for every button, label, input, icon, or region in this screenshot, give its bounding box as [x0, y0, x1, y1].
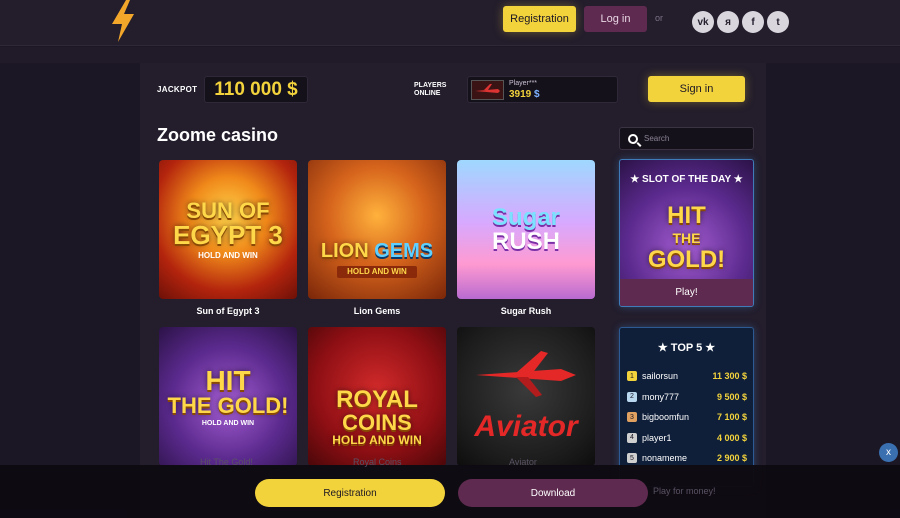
- game-label[interactable]: Sun of Egypt 3: [159, 306, 297, 316]
- download-button[interactable]: Download: [458, 479, 648, 507]
- yandex-icon[interactable]: я: [717, 11, 739, 33]
- game-label[interactable]: Sugar Rush: [457, 306, 595, 316]
- leaderboard-amount: 7 100 $: [716, 412, 747, 422]
- facebook-icon[interactable]: f: [742, 11, 764, 33]
- search-input[interactable]: [644, 134, 744, 143]
- leaderboard-player-name: bigboomfun: [642, 412, 690, 422]
- player-game-thumbnail: [471, 80, 504, 100]
- player-currency: $: [534, 89, 540, 100]
- game-label[interactable]: Lion Gems: [308, 306, 446, 316]
- section-title: Zoome casino: [157, 125, 279, 145]
- faded-game-label: Hit The Gold!: [200, 457, 253, 467]
- game-tile-lion-gems[interactable]: LION GEMS HOLD AND WIN: [308, 160, 446, 299]
- leaderboard-amount: 11 300 $: [712, 371, 747, 381]
- art-line1: ROYAL: [336, 385, 418, 413]
- game-tile-art: ROYAL COINS HOLD AND WIN: [332, 385, 422, 447]
- leaderboard-player-name: sailorsun: [642, 371, 679, 381]
- game-tile-art: Aviator: [474, 409, 578, 443]
- art-line2: THE GOLD!: [167, 392, 289, 418]
- art-line2: RUSH: [491, 227, 560, 255]
- leaderboard-player-name: mony777: [642, 391, 680, 402]
- art-sub: HOLD AND WIN: [198, 250, 258, 260]
- vk-icon[interactable]: vk: [692, 11, 714, 33]
- rank-badge-icon: 3: [627, 412, 637, 422]
- or-text: or: [655, 13, 664, 23]
- art-line3: GOLD!: [647, 246, 726, 273]
- registration-button[interactable]: Registration: [503, 6, 576, 32]
- slot-of-the-day-art: HIT THE GOLD!: [620, 202, 753, 274]
- rank-badge-icon: 2: [627, 391, 637, 402]
- art-line1: SUN OF: [186, 197, 270, 223]
- search-box[interactable]: [619, 127, 754, 150]
- art-line2: EGYPT 3: [173, 219, 283, 250]
- leaderboard-row: 1 sailorsun 11 300 $: [627, 369, 747, 383]
- player-count: 3919 $: [509, 89, 540, 100]
- game-tile-art: LION GEMS HOLD AND WIN: [321, 241, 433, 278]
- slot-of-the-day-title: ★ SLOT OF THE DAY ★: [630, 174, 743, 185]
- top-header: Registration Log in or vk я f t: [0, 0, 900, 46]
- rank-badge-icon: 1: [627, 371, 637, 381]
- players-online-box: Player*** 3919 $: [467, 76, 618, 103]
- art-line2: THE: [672, 230, 701, 246]
- game-tile-hit-the-gold[interactable]: HIT THE GOLD! HOLD AND WIN: [159, 327, 297, 466]
- leaderboard-row: 5 nonameme 2 900 $: [627, 451, 747, 465]
- players-label-line1: PLAYERS: [414, 82, 447, 89]
- art-sub: HOLD AND WIN: [201, 419, 255, 427]
- art-line1: LION: [320, 240, 369, 262]
- header-divider-band: [0, 47, 900, 63]
- art-sub: HOLD AND WIN: [332, 432, 422, 447]
- art-line1: Sugar: [491, 203, 560, 231]
- players-online-label: PLAYERS ONLINE: [414, 82, 446, 98]
- jackpot-amount: 110 000 $: [204, 76, 308, 103]
- rank-badge-icon: 4: [627, 432, 637, 443]
- login-button[interactable]: Log in: [584, 6, 647, 32]
- rank-badge-icon: 5: [627, 453, 637, 463]
- leaderboard-row: 2 mony777 9 500 $: [627, 390, 747, 404]
- plane-icon: [475, 84, 500, 93]
- top5-title: ★ TOP 5 ★: [657, 342, 716, 354]
- leaderboard-row: 4 player1 4 000 $: [627, 431, 747, 445]
- search-icon: [628, 133, 638, 144]
- art-line1: HIT: [667, 202, 706, 229]
- bottom-registration-button[interactable]: Registration: [255, 479, 445, 507]
- faded-game-label: Royal Coins: [353, 457, 402, 467]
- leaderboard-row: 3 bigboomfun 7 100 $: [627, 410, 747, 424]
- play-for-money-text: Play for money!: [653, 486, 716, 496]
- play-button[interactable]: Play!: [620, 279, 753, 306]
- art-line2: GEMS: [374, 240, 434, 262]
- game-tile-royal-coins[interactable]: ROYAL COINS HOLD AND WIN: [308, 327, 446, 466]
- game-tile-aviator[interactable]: Aviator: [457, 327, 595, 466]
- game-tile-sugar-rush[interactable]: Sugar RUSH: [457, 160, 595, 299]
- leaderboard-amount: 4 000 $: [716, 432, 747, 443]
- players-label-line2: ONLINE: [414, 90, 441, 97]
- art-line1: HIT: [205, 364, 251, 396]
- twitter-icon[interactable]: t: [767, 11, 789, 33]
- close-icon[interactable]: x: [879, 443, 898, 462]
- leaderboard-player-name: nonameme: [642, 453, 688, 463]
- leaderboard-amount: 2 900 $: [716, 453, 747, 463]
- plane-icon: [476, 351, 576, 397]
- lightning-logo-icon[interactable]: [108, 0, 138, 42]
- game-tile-sun-of-egypt-3[interactable]: SUN OF EGYPT 3 HOLD AND WIN: [159, 160, 297, 299]
- game-tile-art: Sugar RUSH: [491, 203, 560, 255]
- art-sub: HOLD AND WIN: [337, 266, 417, 278]
- player-name: Player***: [509, 80, 538, 87]
- game-tile-art: HIT THE GOLD! HOLD AND WIN: [167, 364, 289, 427]
- leaderboard-player-name: player1: [642, 432, 672, 443]
- bottom-sticky-bar: Hit The Gold! Royal Coins Aviator Regist…: [0, 457, 900, 518]
- leaderboard-amount: 9 500 $: [716, 391, 747, 402]
- art-line2: COINS: [342, 409, 412, 435]
- jackpot-label: JACKPOT: [157, 85, 198, 94]
- faded-game-label: Aviator: [509, 457, 537, 467]
- game-tile-art: SUN OF EGYPT 3 HOLD AND WIN: [173, 197, 283, 260]
- slot-of-the-day-card[interactable]: ★ SLOT OF THE DAY ★ HIT THE GOLD! Play!: [619, 159, 754, 307]
- sign-in-button[interactable]: Sign in: [648, 76, 745, 102]
- player-count-value: 3919: [509, 89, 532, 100]
